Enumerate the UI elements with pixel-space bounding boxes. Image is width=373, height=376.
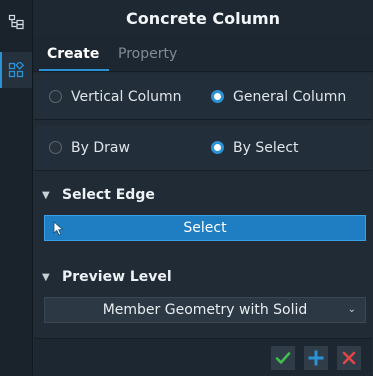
tab-property[interactable]: Property: [118, 46, 177, 62]
cursor-icon: [53, 221, 64, 236]
add-button[interactable]: [304, 346, 328, 370]
radio-label: General Column: [233, 88, 347, 105]
radio-by-draw[interactable]: By Draw: [49, 125, 130, 170]
section-heading: Preview Level: [62, 269, 172, 285]
checkmark-icon: [275, 352, 291, 364]
select-button[interactable]: Select: [44, 215, 366, 241]
dropdown-value: Member Geometry with Solid: [102, 302, 308, 318]
chevron-down-icon: ▼: [42, 189, 50, 201]
ok-button[interactable]: [271, 346, 295, 370]
panel-title: Concrete Column: [33, 0, 373, 36]
cancel-button[interactable]: [337, 346, 361, 370]
chevron-down-icon: ⌄: [347, 304, 356, 315]
radio-label: Vertical Column: [71, 88, 182, 105]
column-type-group: Vertical Column General Column: [34, 74, 372, 120]
select-button-label: Select: [183, 220, 227, 236]
radio-button-icon: [49, 90, 62, 103]
radio-button-selected-icon: [211, 141, 224, 154]
close-icon: [342, 351, 356, 365]
side-rail: [0, 0, 33, 375]
section-heading: Select Edge: [62, 187, 155, 203]
radio-by-select[interactable]: By Select: [211, 125, 299, 170]
components-icon: [8, 62, 24, 78]
components-button[interactable]: [0, 52, 32, 88]
concrete-column-panel: Concrete Column Create Property Vertical…: [33, 0, 373, 376]
radio-button-selected-icon: [211, 90, 224, 103]
tab-bar: Create Property: [33, 36, 373, 72]
plus-icon: [308, 350, 324, 366]
radio-label: By Draw: [71, 139, 130, 156]
tree-view-button[interactable]: [0, 4, 32, 40]
select-edge-section-header[interactable]: ▼ Select Edge: [34, 182, 372, 208]
action-bar: [34, 338, 372, 376]
preview-level-section-header[interactable]: ▼ Preview Level: [34, 264, 372, 290]
radio-label: By Select: [233, 139, 299, 156]
input-method-group: By Draw By Select: [34, 125, 372, 171]
tree-icon: [8, 14, 24, 30]
active-tab-indicator: [39, 69, 109, 71]
chevron-down-icon: ▼: [42, 271, 50, 283]
tab-create[interactable]: Create: [47, 46, 99, 62]
radio-general-column[interactable]: General Column: [211, 74, 346, 119]
radio-button-icon: [49, 141, 62, 154]
preview-level-dropdown[interactable]: Member Geometry with Solid ⌄: [44, 297, 366, 323]
radio-vertical-column[interactable]: Vertical Column: [49, 74, 181, 119]
